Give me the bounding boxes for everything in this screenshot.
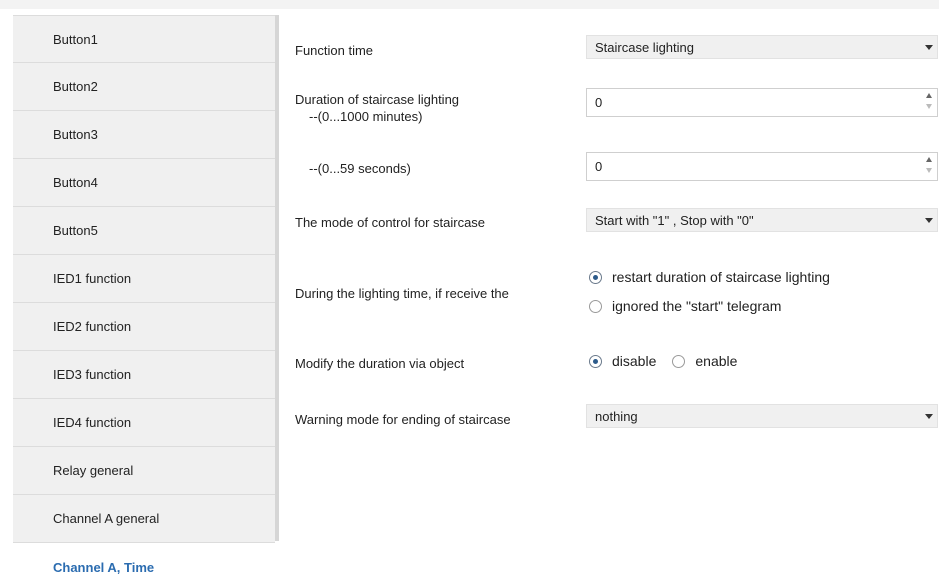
sidebar-item-relay-general[interactable]: Relay general [13,447,275,495]
function-time-label: Function time [295,43,374,58]
sidebar-item-ied2-function[interactable]: IED2 function [13,303,275,351]
duration-label: Duration of staircase lighting [295,92,460,107]
retrigger-option-ignore[interactable]: ignored the "start" telegram [589,298,781,314]
sidebar-item-label: Channel A, Time [53,559,155,575]
sidebar-item-button1[interactable]: Button1 [13,15,275,63]
sidebar-item-label: IED3 function [53,367,132,382]
sidebar-item-label: IED4 function [53,415,132,430]
sidebar-item-button5[interactable]: Button5 [13,207,275,255]
sidebar-item-ied4-function[interactable]: IED4 function [13,399,275,447]
top-border [0,0,939,9]
duration-seconds-range-label: --(0...59 seconds) [309,161,411,176]
sidebar-item-channel-a-time[interactable]: Channel A, Time [13,543,275,587]
radio-selected-icon[interactable] [589,354,602,368]
modify-duration-option-enable[interactable]: enable [695,353,737,369]
chevron-down-icon [925,45,933,50]
retrigger-label: During the lighting time, if receive the [295,286,509,301]
sidebar-item-label: Relay general [53,463,134,478]
duration-minutes-range-label: --(0...1000 minutes) [309,109,423,124]
radio-selected-icon[interactable] [589,270,602,284]
spin-arrows-icon[interactable] [926,93,934,111]
radio-unselected-icon[interactable] [589,299,602,313]
chevron-down-icon [925,218,933,223]
duration-minutes-value: 0 [595,95,603,110]
control-mode-dropdown[interactable]: Start with "1" , Stop with "0" [586,208,938,232]
function-time-value: Staircase lighting [595,39,694,55]
warning-mode-label: Warning mode for ending of staircase [295,412,511,427]
sidebar-item-label: Button2 [53,79,98,94]
sidebar-item-label: IED1 function [53,271,132,286]
control-mode-label: The mode of control for staircase [295,215,486,230]
retrigger-option-restart[interactable]: restart duration of staircase lighting [589,269,830,285]
sidebar-item-label: Button1 [53,31,98,47]
duration-seconds-stepper[interactable]: 0 [586,152,938,181]
sidebar-item-label: Button5 [53,223,98,238]
sidebar-item-button2[interactable]: Button2 [13,63,275,111]
sidebar-item-button3[interactable]: Button3 [13,111,275,159]
modify-duration-label: Modify the duration via object [295,356,465,371]
function-time-dropdown[interactable]: Staircase lighting [586,35,938,59]
warning-mode-value: nothing [595,408,638,424]
sidebar-item-label: Button4 [53,175,98,190]
modify-duration-radio-group: disable enable [589,353,737,369]
retrigger-option-label: restart duration of staircase lighting [612,269,830,285]
sidebar-item-channel-a-general[interactable]: Channel A general [13,495,275,543]
sidebar-item-label: IED2 function [53,319,132,334]
parameter-panel: Function time Staircase lighting Duratio… [279,15,939,587]
sidebar-item-label: Button3 [53,127,98,142]
duration-minutes-stepper[interactable]: 0 [586,88,938,117]
retrigger-option-label: ignored the "start" telegram [612,298,782,314]
duration-seconds-value: 0 [595,159,603,174]
sidebar-item-ied1-function[interactable]: IED1 function [13,255,275,303]
warning-mode-dropdown[interactable]: nothing [586,404,938,428]
radio-unselected-icon[interactable] [672,354,686,368]
chevron-down-icon [925,414,933,419]
sidebar-item-button4[interactable]: Button4 [13,159,275,207]
spin-arrows-icon[interactable] [926,157,934,175]
sidebar-item-label: Channel A general [53,511,160,526]
sidebar-nav: Button1 Button2 Button3 Button4 Button5 … [13,15,275,587]
sidebar-item-ied3-function[interactable]: IED3 function [13,351,275,399]
control-mode-value: Start with "1" , Stop with "0" [595,212,754,228]
modify-duration-option-disable[interactable]: disable [612,353,656,369]
